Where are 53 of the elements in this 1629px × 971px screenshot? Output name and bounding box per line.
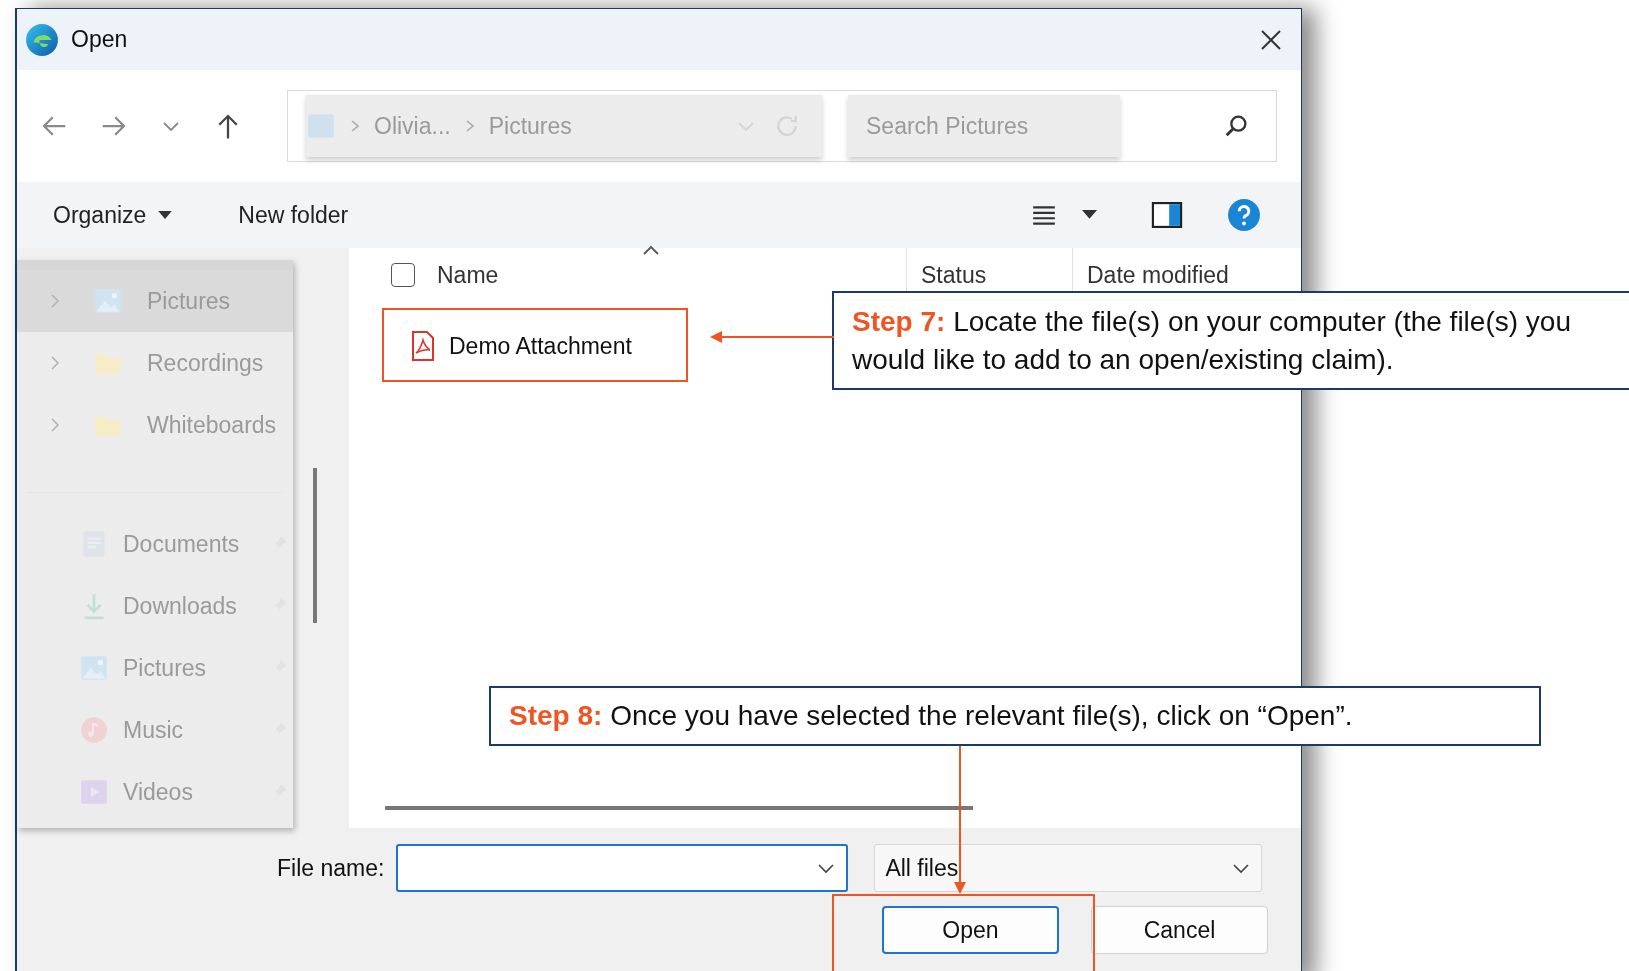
quick-access-label: Videos xyxy=(123,778,193,806)
tree-item[interactable]: Pictures xyxy=(17,270,293,332)
cancel-button[interactable]: Cancel xyxy=(1091,906,1268,954)
quick-access-item[interactable]: Downloads xyxy=(17,575,293,637)
quick-access-label: Downloads xyxy=(123,592,237,620)
file-row[interactable]: Demo Attachment xyxy=(411,316,681,376)
picture-icon xyxy=(79,653,109,683)
callout-text: Step 7: Locate the file(s) on your computer (the file(s) you would like to add to an open/existing claim). xyxy=(852,304,1572,377)
tree-item[interactable]: Whiteboards xyxy=(17,394,293,456)
scrollbar-thumb[interactable] xyxy=(313,468,317,623)
quick-access-item[interactable]: Videos xyxy=(17,761,293,823)
search-field[interactable]: Search Pictures xyxy=(848,95,1120,157)
picture-icon xyxy=(306,111,336,141)
file-type-dropdown[interactable]: All files xyxy=(874,844,1263,892)
quick-access-label: Music xyxy=(123,716,184,744)
help-icon[interactable] xyxy=(1227,198,1261,232)
callout-text: Step 8: Once you have selected the relevant file(s), click on “Open”. xyxy=(509,699,1353,733)
quick-access-item[interactable]: Documents xyxy=(17,513,293,575)
pdf-file-icon xyxy=(411,331,435,361)
file-name-label: File name: xyxy=(277,854,385,882)
tree-item[interactable]: Recordings xyxy=(17,332,293,394)
sort-caret-icon[interactable] xyxy=(641,244,661,256)
tree-item-label: Pictures xyxy=(147,287,231,315)
breadcrumb-item[interactable]: Olivia... xyxy=(374,112,451,140)
picture-icon xyxy=(93,286,123,316)
caret-down-icon[interactable] xyxy=(158,210,173,220)
column-header[interactable]: Name xyxy=(437,262,499,288)
quick-access-label: Pictures xyxy=(123,654,207,682)
scrollbar-thumb[interactable] xyxy=(385,806,973,810)
window-title: Open xyxy=(71,26,128,53)
file-name-field[interactable] xyxy=(396,844,849,892)
tree-item-label: Whiteboards xyxy=(147,411,277,439)
column-header[interactable]: Date modified xyxy=(1087,262,1229,288)
file-name: Demo Attachment xyxy=(449,332,632,360)
caret-down-icon[interactable] xyxy=(1082,210,1097,220)
chevron-right-icon xyxy=(350,118,360,134)
chevron-right-icon xyxy=(464,118,475,134)
quick-access-item[interactable]: Music xyxy=(17,699,293,761)
close-icon[interactable] xyxy=(1259,27,1283,52)
tree-item-label: Recordings xyxy=(147,349,264,377)
app-icon xyxy=(25,22,59,57)
organize-button[interactable]: Organize xyxy=(45,195,181,235)
breadcrumb-item[interactable]: Pictures xyxy=(488,112,572,140)
new-folder-button[interactable]: New folder xyxy=(230,195,357,235)
address-bar[interactable]: Olivia... Pictures Search Pictures xyxy=(287,90,1277,162)
video-icon xyxy=(79,777,109,807)
column-header[interactable]: Status xyxy=(921,262,987,288)
quick-access-item[interactable]: Pictures xyxy=(17,637,293,699)
music-icon xyxy=(79,715,109,745)
preview-pane-icon[interactable] xyxy=(1151,202,1183,228)
quick-access-label: Documents xyxy=(123,530,240,558)
open-button[interactable]: Open xyxy=(882,906,1059,954)
select-all-checkbox[interactable] xyxy=(391,263,415,287)
